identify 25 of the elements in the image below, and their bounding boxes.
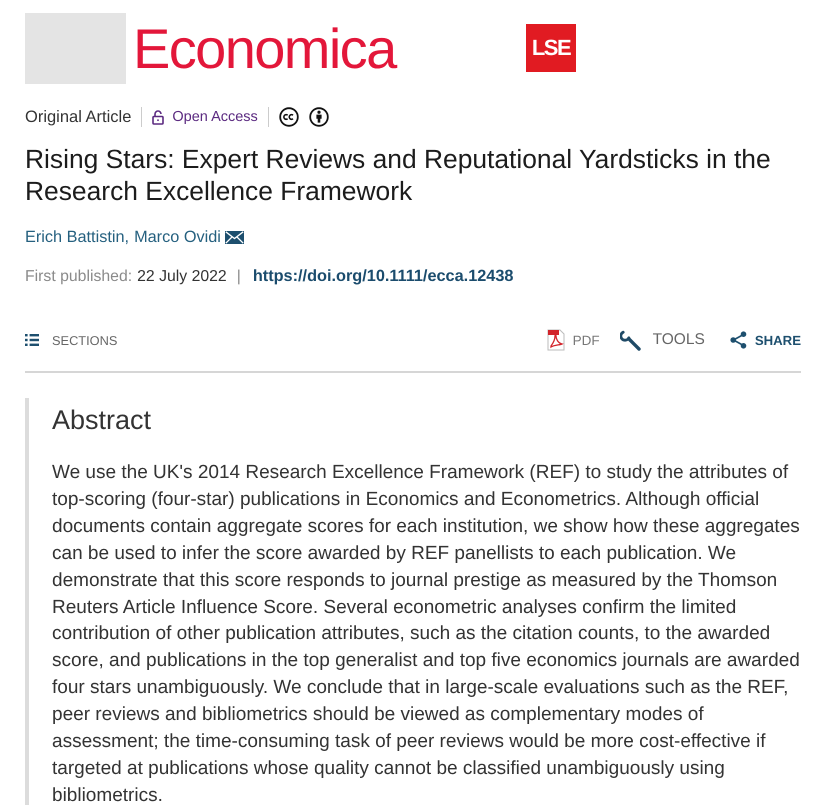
- wrench-icon: [620, 330, 641, 350]
- envelope-icon[interactable]: [224, 231, 244, 244]
- pdf-file-icon: [546, 329, 565, 351]
- sections-button[interactable]: SECTIONS: [25, 332, 118, 348]
- share-button[interactable]: SHARE: [730, 331, 801, 349]
- pdf-button[interactable]: PDF: [546, 329, 600, 351]
- article-type: Original Article: [25, 108, 132, 126]
- journal-logo-text[interactable]: Economica: [133, 13, 396, 84]
- open-access-label: Open Access: [172, 109, 258, 125]
- share-icon: [730, 331, 747, 349]
- cc-icon[interactable]: [278, 107, 299, 127]
- published-date: 22 July 2022: [137, 268, 227, 286]
- published-label: First published:: [25, 268, 132, 286]
- author-link[interactable]: Marco Ovidi: [134, 228, 221, 247]
- tools-button[interactable]: TOOLS: [620, 330, 705, 350]
- doi-link[interactable]: https://doi.org/10.1111/ecca.12438: [252, 267, 514, 286]
- separator-text: |: [236, 268, 241, 286]
- lock-icon: [152, 110, 164, 124]
- abstract-text: We use the UK's 2014 Research Excellence Framework (REF) to study the attributes of top-scoring (four-star) publications in Economics and Econometrics. Although official documents contain aggregate scores for each institution, we show how these aggregates can be used to infer the score awarded by REF panellists to each publication. We demonstrate that this score responds to journal prestige as measured by the Thomson Reuters Article Influence Score. Several econometric analyses confirm the limited contribution of other publication attributes, such as the citation counts, to the awarded score, and publications in the top generalist and top five economics journals are awarded four stars unambiguously. We conclude that in large-scale evaluations such as the REF, peer reviews and bibliometrics should be viewed as complementary modes of assessment; the time-consuming task of peer reviews would be more cost-effective if targeted at publications whose quality cannot be classified unambiguously using bibliometrics.: [52, 461, 801, 805]
- abstract-heading: Abstract: [52, 404, 152, 436]
- person-icon[interactable]: [308, 107, 329, 127]
- article-title: Rising Stars: Expert Reviews and Reputational Yardsticks in the Research Excellence Framework: [25, 143, 772, 207]
- author-link[interactable]: Erich Battistin,: [25, 228, 130, 247]
- society-logo-badge[interactable]: LSE: [526, 24, 576, 72]
- list-icon: [25, 334, 39, 346]
